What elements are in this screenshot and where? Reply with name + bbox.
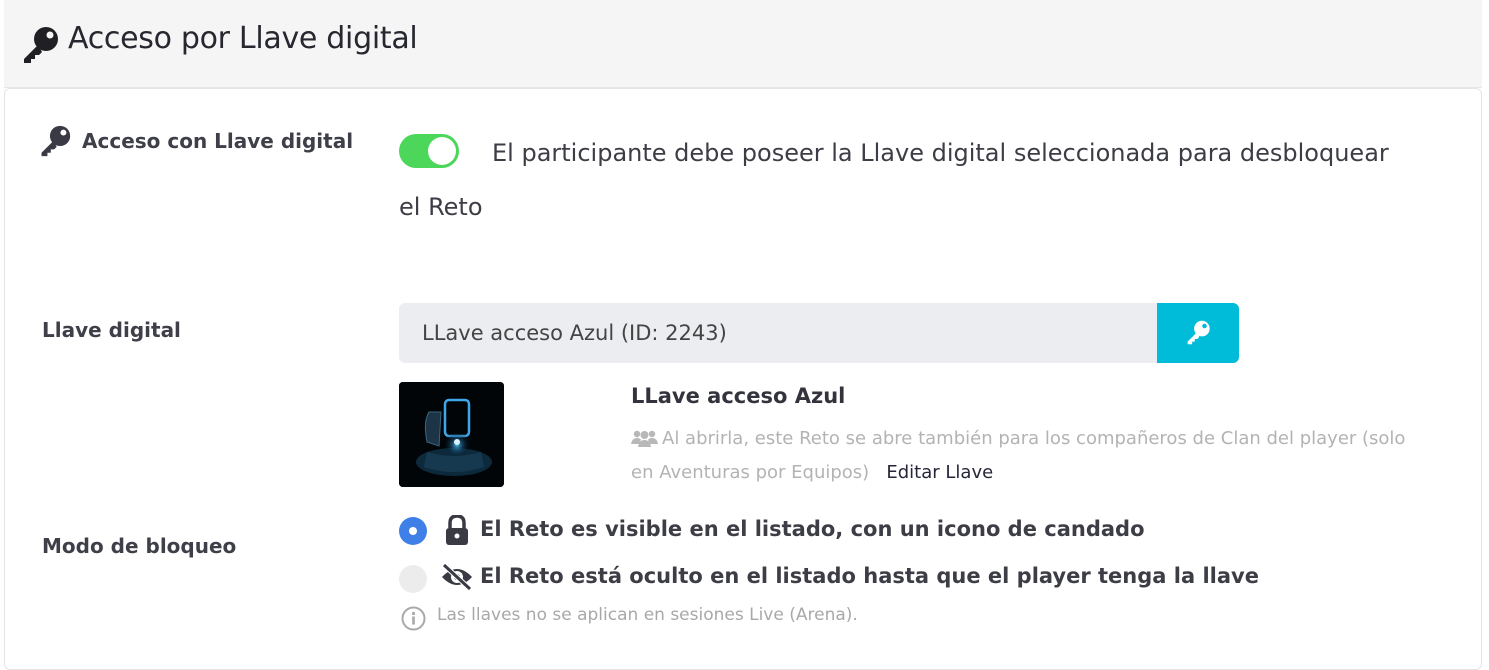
access-description-line2: el Reto: [399, 193, 483, 221]
live-sessions-note: Las llaves no se aplican en sesiones Liv…: [437, 605, 858, 625]
lock-mode-label: Modo de bloqueo: [42, 534, 237, 558]
access-description-line1: El participante debe poseer la Llave dig…: [492, 139, 1389, 167]
edit-key-link[interactable]: Editar Llave: [886, 462, 993, 483]
key-field-label: Llave digital: [42, 318, 181, 342]
lock-icon: [446, 515, 468, 545]
clan-note-line2: en Aventuras por Equipos) Editar Llave: [631, 456, 993, 490]
section-header: Acceso por Llave digital: [4, 0, 1482, 88]
users-icon: [631, 430, 658, 447]
key-icon: [41, 125, 71, 157]
key-icon: [24, 27, 58, 63]
key-thumbnail: [399, 382, 504, 487]
select-key-button[interactable]: [1157, 303, 1239, 363]
lock-mode-hidden-label: El Reto está oculto en el listado hasta …: [480, 564, 1259, 588]
page-title: Acceso por Llave digital: [68, 21, 418, 56]
clan-note-text: en Aventuras por Equipos): [631, 462, 870, 483]
key-icon: [1187, 320, 1210, 345]
info-icon: [401, 606, 426, 631]
access-label: Acceso con Llave digital: [82, 129, 354, 153]
key-input-group: LLave acceso Azul (ID: 2243): [399, 303, 1239, 363]
toggle-knob: [428, 137, 456, 165]
key-select-field[interactable]: LLave acceso Azul (ID: 2243): [399, 303, 1157, 363]
access-toggle[interactable]: [399, 134, 459, 168]
clan-note-line1: Al abrirla, este Reto se abre también pa…: [662, 428, 1406, 449]
lock-mode-hidden-radio[interactable]: [399, 565, 427, 593]
lock-mode-visible-radio[interactable]: [399, 517, 427, 545]
eye-slash-icon: [442, 563, 472, 591]
lock-mode-visible-label: El Reto es visible en el listado, con un…: [480, 517, 1145, 541]
key-name: LLave acceso Azul: [631, 384, 846, 408]
